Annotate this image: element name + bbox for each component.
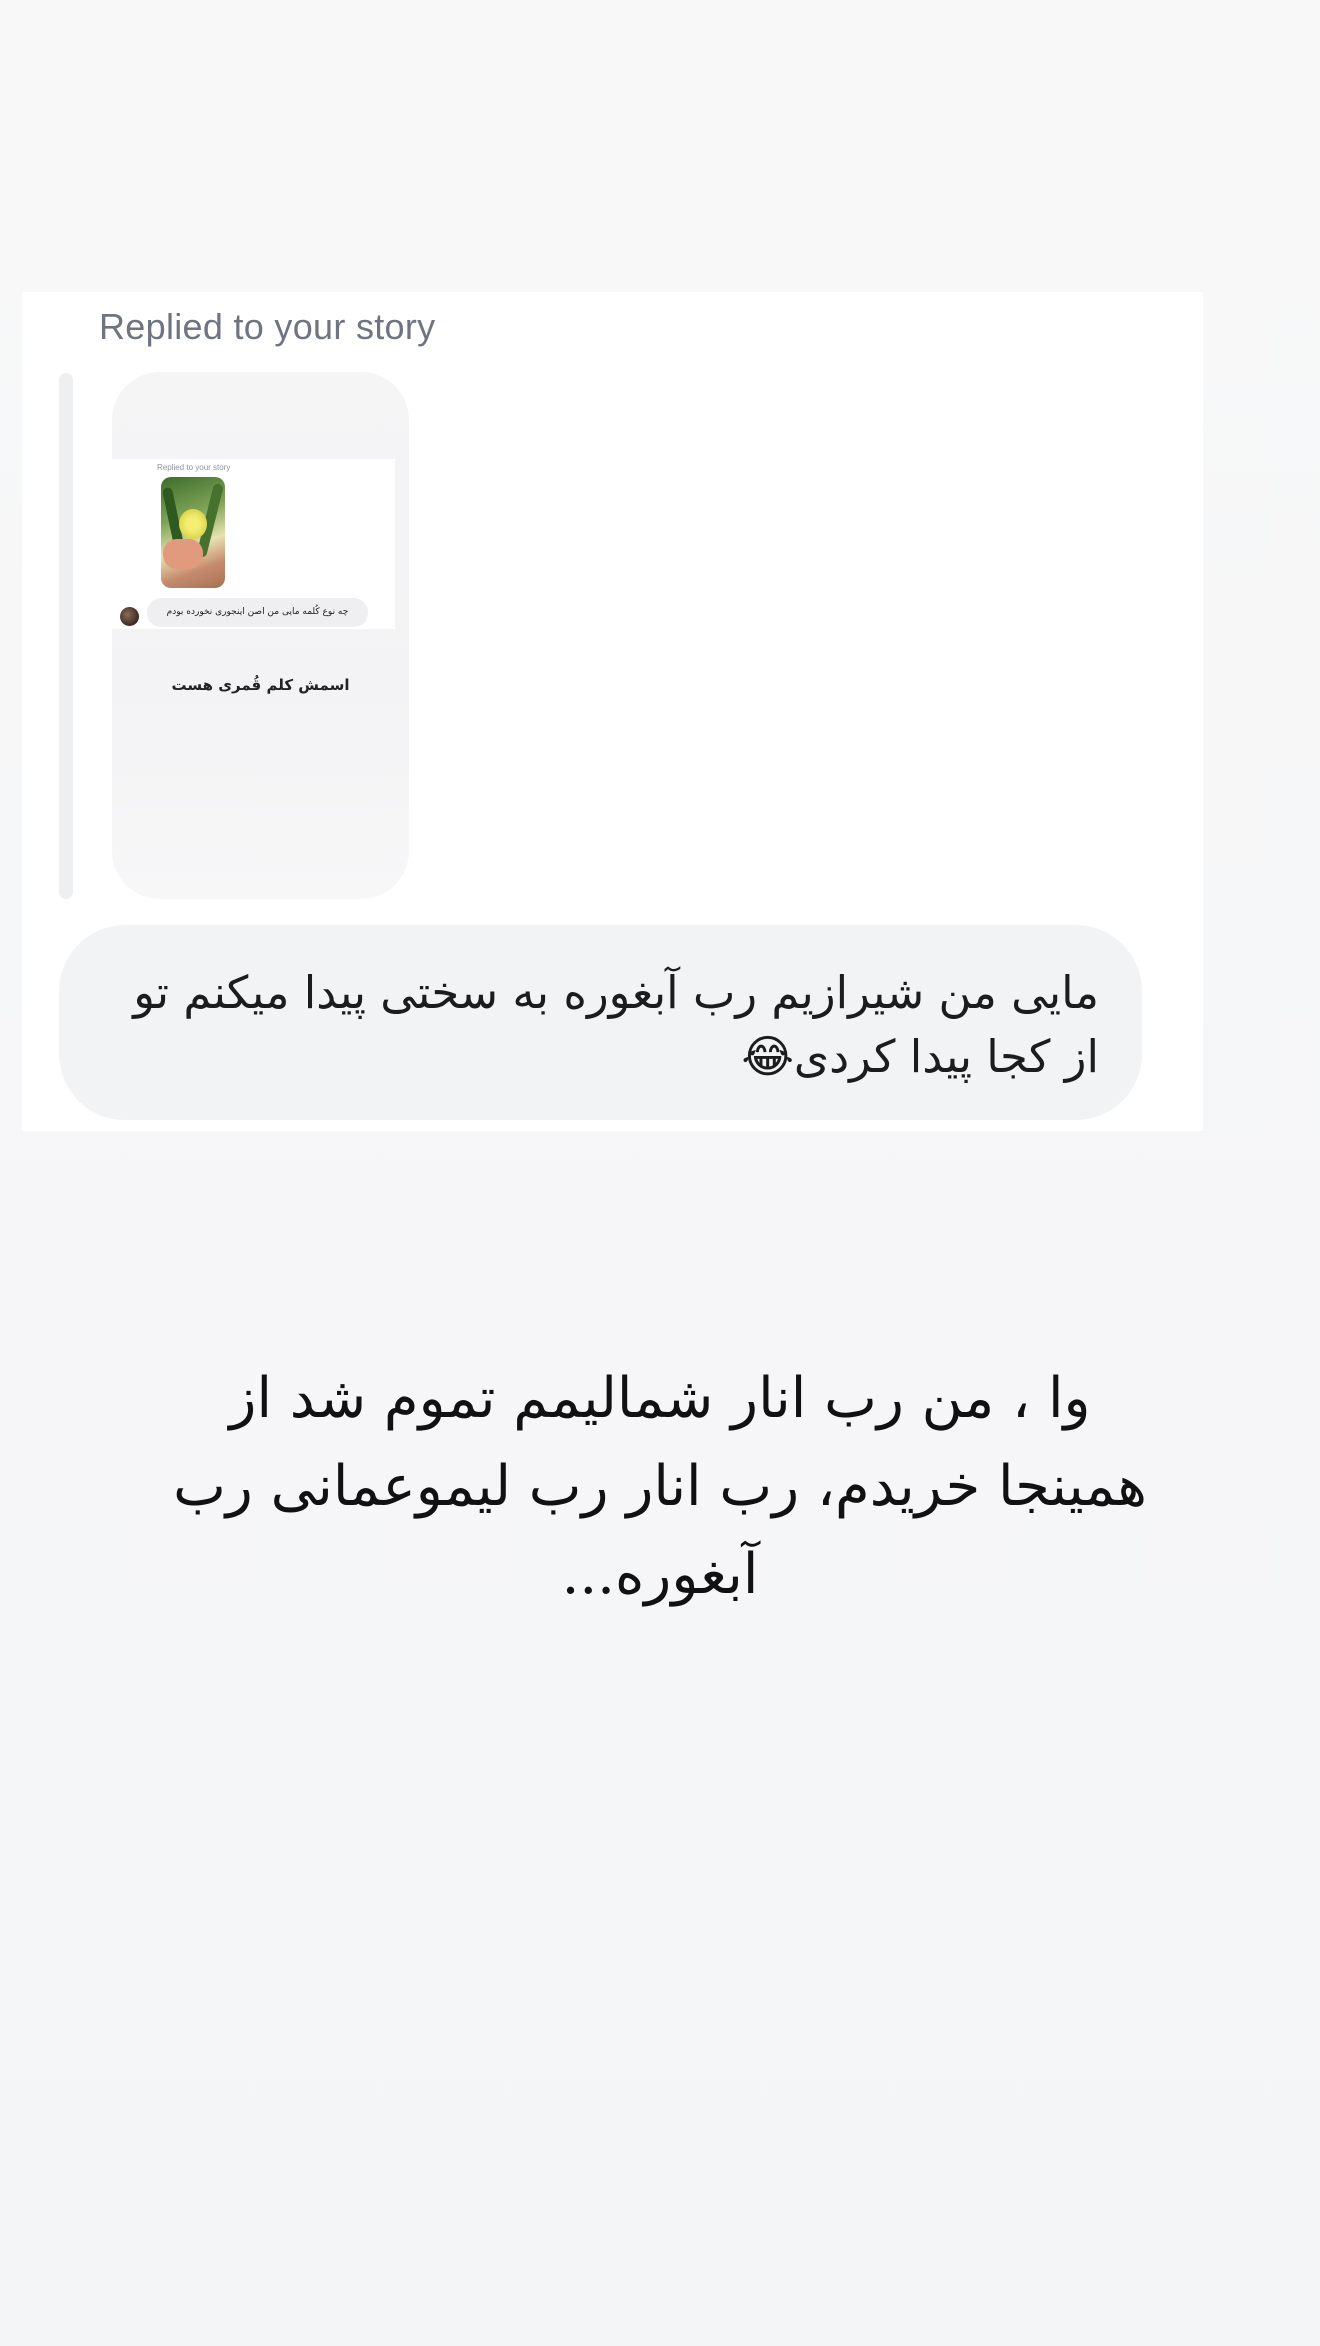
thumbnail-plant-image: [161, 477, 225, 588]
story-caption: وا ، من رب انار شمالیمم تموم شد از همینج…: [173, 1366, 1147, 1607]
story-thumbnail[interactable]: Replied to your story چه نوع کُلمه مایی …: [112, 372, 409, 899]
avatar: [120, 607, 139, 626]
thumbnail-replied-label: Replied to your story: [157, 463, 231, 472]
message-text: مایی من شیرازیم رب آبغوره به سختی پیدا م…: [133, 966, 1099, 1083]
thumbnail-caption: اسمش کلم قُمری هست: [171, 676, 350, 694]
replied-to-story-label: Replied to your story: [99, 306, 436, 347]
thumbnail-quoted-message: چه نوع کُلمه مایی من اصن اینجوری نخورده …: [147, 598, 368, 627]
message-bubble[interactable]: مایی من شیرازیم رب آبغوره به سختی پیدا م…: [59, 925, 1142, 1120]
story-reply-card: Replied to your story Replied to your st…: [22, 292, 1203, 1131]
reply-indicator-bar: [59, 373, 73, 899]
